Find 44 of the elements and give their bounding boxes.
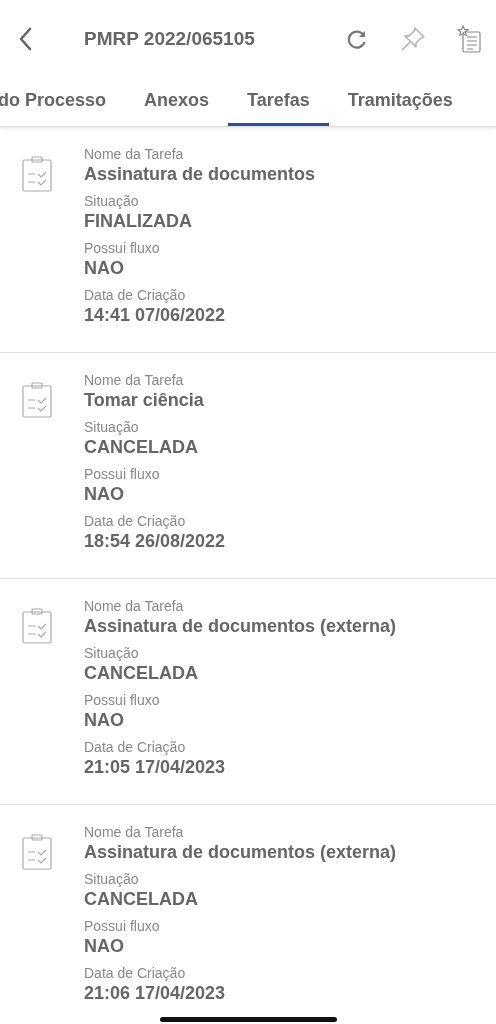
field-label: Data de Criação	[84, 287, 186, 304]
field-label: Data de Criação	[84, 739, 186, 756]
field-label: Data de Criação	[84, 513, 186, 530]
field-value: CANCELADA	[84, 888, 198, 911]
field-value: Assinatura de documentos	[84, 163, 316, 186]
tab[interactable]: Tarefas	[228, 78, 329, 126]
field-label: Nome da Tarefa	[84, 824, 184, 841]
back-icon[interactable]	[18, 27, 32, 51]
field-value: 21:06 17/04/2023	[84, 982, 226, 1005]
field-label: Situação	[84, 193, 139, 210]
field-value: Assinatura de documentos (externa)	[84, 615, 397, 638]
field-value: 14:41 07/06/2022	[84, 304, 226, 327]
field-label: Situação	[84, 645, 139, 662]
field-label: Situação	[84, 871, 139, 888]
tab[interactable]: Tramitações	[328, 78, 472, 126]
field-label: Nome da Tarefa	[84, 598, 184, 615]
field-value: NAO	[84, 709, 124, 732]
refresh-icon[interactable]	[346, 28, 368, 50]
field-label: Possui fluxo	[84, 692, 160, 709]
clipboard-checklist-icon	[22, 834, 52, 870]
field-value: Tomar ciência	[84, 389, 204, 412]
starred-clipboard-icon[interactable]	[456, 25, 482, 53]
field-label: Possui fluxo	[84, 466, 160, 483]
page-title: PMRP 2022/065105	[84, 28, 256, 50]
field-value: CANCELADA	[84, 662, 198, 685]
pin-icon[interactable]	[400, 26, 426, 52]
field-value: CANCELADA	[84, 436, 198, 459]
field-label: Possui fluxo	[84, 240, 160, 257]
tab[interactable]: Anexos	[125, 78, 229, 126]
field-value: NAO	[84, 257, 124, 280]
field-value: 21:05 17/04/2023	[84, 756, 226, 779]
clipboard-checklist-icon	[22, 156, 52, 192]
field-value: FINALIZADA	[84, 210, 192, 233]
field-value: NAO	[84, 935, 124, 958]
field-label: Nome da Tarefa	[84, 372, 184, 389]
field-label: Situação	[84, 419, 139, 436]
field-label: Data de Criação	[84, 965, 186, 982]
field-label: Nome da Tarefa	[84, 146, 184, 163]
field-value: 18:54 26/08/2022	[84, 530, 226, 553]
field-value: NAO	[84, 483, 124, 506]
clipboard-checklist-icon	[22, 608, 52, 644]
field-value: Assinatura de documentos (externa)	[84, 841, 397, 864]
clipboard-checklist-icon	[22, 382, 52, 418]
field-label: Possui fluxo	[84, 918, 160, 935]
